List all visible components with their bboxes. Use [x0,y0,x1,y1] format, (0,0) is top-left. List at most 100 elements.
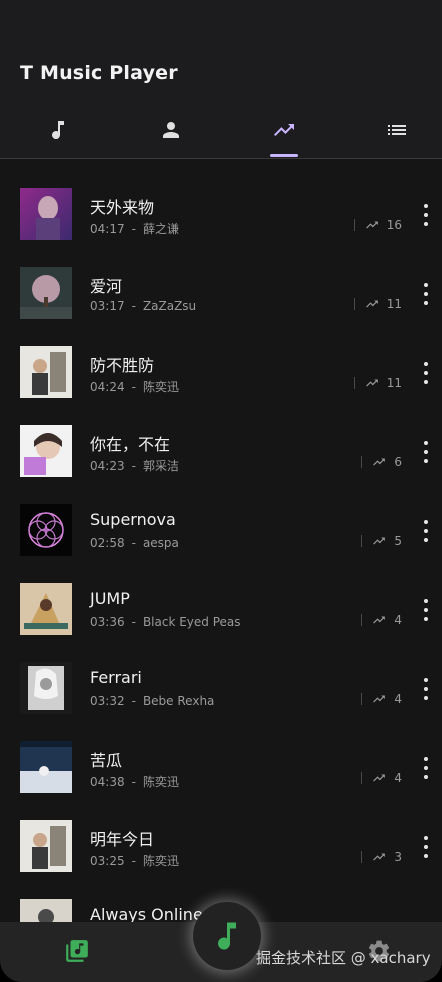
active-tab-indicator [270,154,298,157]
meta-separator: - [131,380,136,394]
album-cover [20,820,72,872]
play-count: 11 [353,376,402,390]
song-meta: 04:23- 郭采洁 [90,457,179,474]
tab-playlist[interactable] [367,108,427,158]
divider [361,772,363,784]
song-row[interactable]: JUMP 03:36- Black Eyed Peas 4 [0,555,442,635]
song-duration: 04:17 [90,222,125,236]
song-meta: 03:17- ZaZaZsu [90,299,196,313]
song-artist: 郭采洁 [142,459,179,473]
song-meta: 04:24- 陈奕迅 [90,378,179,395]
play-count-value: 4 [394,692,402,706]
trending-up-icon [373,616,386,624]
music-note-icon [218,922,236,950]
song-duration: 04:38 [90,775,125,789]
album-cover [20,662,72,714]
song-title: 防不胜防 [90,356,155,375]
meta-separator: - [131,775,136,789]
music-library-icon[interactable] [64,938,90,964]
more-options-icon[interactable] [418,520,434,542]
divider [353,377,355,389]
more-options-icon[interactable] [418,204,434,226]
more-options-icon[interactable] [418,599,434,621]
more-options-icon[interactable] [418,283,434,305]
song-title: Supernova [90,510,176,529]
app-header: T Music Player [0,0,442,159]
play-count-value: 11 [386,376,402,390]
song-meta: 02:58- aespa [90,536,179,550]
trending-up-icon [373,537,386,545]
more-options-icon[interactable] [418,362,434,384]
song-artist: 陈奕迅 [142,854,179,868]
album-cover [20,346,72,398]
divider [361,614,363,626]
song-title: 明年今日 [90,830,155,849]
trending-up-icon [373,695,386,703]
album-cover [20,504,72,556]
more-options-icon[interactable] [418,678,434,700]
music-note-icon [52,121,64,140]
song-row[interactable]: 苦瓜 04:38- 陈奕迅 4 [0,713,442,793]
song-meta: 04:17- 薛之谦 [90,220,179,237]
song-artist: Black Eyed Peas [142,615,241,629]
song-meta: 03:32- Bebe Rexha [90,694,214,708]
song-row[interactable]: 明年今日 03:25- 陈奕迅 3 [0,792,442,872]
song-duration: 03:32 [90,694,125,708]
tab-artists[interactable] [141,108,201,158]
play-count: 4 [361,613,402,627]
meta-separator: - [131,694,136,708]
song-row[interactable]: 你在，不在 04:23- 郭采洁 6 [0,397,442,477]
play-count-value: 4 [394,771,402,785]
album-cover [20,188,72,240]
trending-up-icon [274,124,294,136]
phone-screen: T Music Player 天外来物 04:17- 薛之谦 16 爱河 03:… [0,0,442,982]
song-title: JUMP [90,589,130,608]
album-cover [20,741,72,793]
song-title: 苦瓜 [90,751,123,770]
meta-separator: - [131,222,136,236]
more-options-icon[interactable] [418,441,434,463]
play-count: 6 [361,455,402,469]
meta-separator: - [131,536,136,550]
song-duration: 03:17 [90,299,125,313]
meta-separator: - [131,459,136,473]
song-row[interactable]: 天外来物 04:17- 薛之谦 16 [0,160,442,240]
trending-up-icon [365,300,378,308]
album-cover [20,267,72,319]
song-meta: 03:36- Black Eyed Peas [90,615,241,629]
trending-up-icon [365,221,378,229]
song-title: 天外来物 [90,198,155,217]
album-cover [20,583,72,635]
play-count: 11 [353,297,402,311]
play-fab-button[interactable] [193,902,261,970]
song-row[interactable]: Supernova 02:58- aespa 5 [0,476,442,556]
song-row[interactable]: 防不胜防 04:24- 陈奕迅 11 [0,318,442,398]
song-duration: 04:23 [90,459,125,473]
tab-bar [0,108,442,158]
play-count: 4 [361,771,402,785]
divider [361,851,363,863]
song-artist: 薛之谦 [142,222,179,236]
album-cover [20,899,72,922]
play-count: 3 [361,850,402,864]
meta-separator: - [131,615,136,629]
song-title: 爱河 [90,277,123,296]
play-count-value: 4 [394,613,402,627]
play-count: 16 [353,218,402,232]
list-icon [388,125,406,135]
song-title: Ferrari [90,668,142,687]
play-count-value: 5 [394,534,402,548]
song-artist: aespa [142,536,179,550]
song-row[interactable]: Ferrari 03:32- Bebe Rexha 4 [0,634,442,714]
trending-up-icon [373,774,386,782]
song-row[interactable]: 爱河 03:17- ZaZaZsu 11 [0,239,442,319]
song-artist: ZaZaZsu [142,299,197,313]
trending-up-icon [365,379,378,387]
person-icon [163,122,179,138]
play-count: 4 [361,692,402,706]
tab-trending[interactable] [254,108,314,158]
song-title: 你在，不在 [90,435,171,454]
tab-songs[interactable] [28,108,88,158]
more-options-icon[interactable] [418,836,434,858]
more-options-icon[interactable] [418,757,434,779]
